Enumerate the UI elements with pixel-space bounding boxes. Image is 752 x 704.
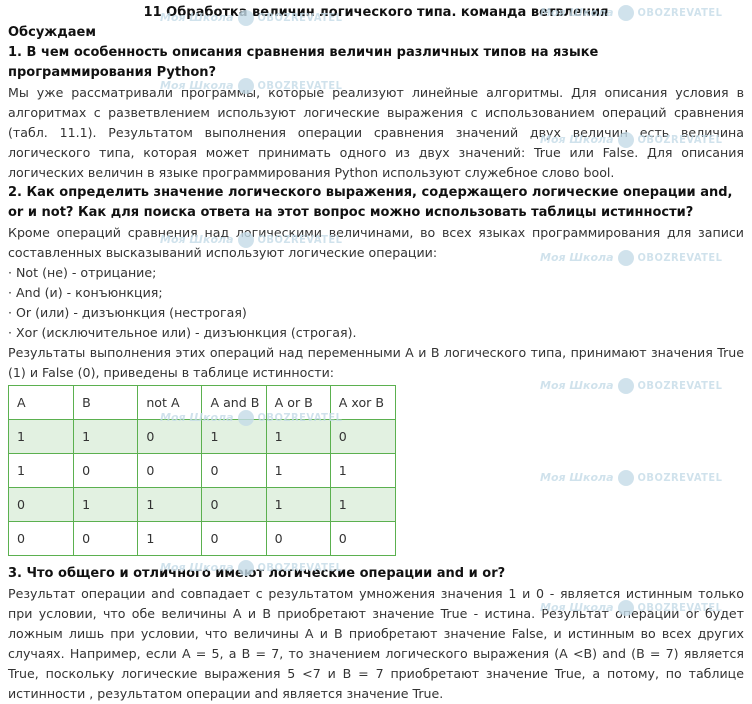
table-cell: 1 — [73, 487, 139, 522]
table-row: 1 1 0 1 1 0 — [7, 419, 397, 454]
table-cell: 1 — [265, 453, 331, 488]
header-cell-a-and-b: A and B — [201, 385, 267, 420]
operation-item-xor: · Xor (исключительное или) - дизъюнкция … — [8, 325, 357, 340]
table-cell: 0 — [265, 521, 331, 556]
truth-table: A B not A A and B A or B A xor B 1 1 0 1… — [7, 385, 397, 556]
table-cell: 1 — [329, 453, 397, 488]
table-cell: 0 — [201, 487, 267, 522]
table-cell: 1 — [7, 453, 75, 488]
question-3-heading: 3. Что общего и отличного имеют логическ… — [8, 566, 506, 581]
header-cell-a-xor-b: A xor B — [329, 385, 397, 420]
table-cell: 0 — [329, 521, 397, 556]
question-1-answer: Мы уже рассматривали программы, которые … — [8, 85, 744, 180]
table-cell: 1 — [265, 487, 331, 522]
table-cell: 1 — [265, 419, 331, 454]
operation-item-or: · Or (или) - дизъюнкция (нестрогая) — [8, 305, 247, 320]
table-cell: 0 — [137, 453, 203, 488]
table-cell: 1 — [201, 419, 267, 454]
header-cell-not-a: not A — [137, 385, 203, 420]
question-3-answer: Результат операции and совпадает с резул… — [8, 586, 744, 701]
table-cell: 0 — [137, 419, 203, 454]
table-cell: 0 — [73, 521, 139, 556]
section-subtitle: Обсуждаем — [8, 25, 96, 40]
table-cell: 0 — [329, 419, 397, 454]
operation-item-not: · Not (не) - отрицание; — [8, 265, 157, 280]
header-cell-a-or-b: A or B — [265, 385, 331, 420]
header-cell-a: A — [7, 385, 75, 420]
table-cell: 0 — [201, 453, 267, 488]
question-2-heading: 2. Как определить значение логического в… — [8, 185, 733, 220]
table-cell: 1 — [329, 487, 397, 522]
table-cell: 1 — [137, 487, 203, 522]
question-2-outro: Результаты выполнения этих операций над … — [8, 345, 744, 380]
table-cell: 0 — [7, 521, 75, 556]
question-2-intro: Кроме операций сравнения над логическими… — [8, 225, 744, 260]
table-cell: 0 — [73, 453, 139, 488]
header-cell-b: B — [73, 385, 139, 420]
page-title: 11 Обработка величин логического типа. к… — [143, 5, 609, 20]
table-row: 0 0 1 0 0 0 — [7, 521, 397, 556]
operation-item-and: · And (и) - конъюнкция; — [8, 285, 163, 300]
table-cell: 1 — [7, 419, 75, 454]
table-cell: 0 — [7, 487, 75, 522]
truth-table-header-row: A B not A A and B A or B A xor B — [7, 385, 397, 420]
question-1-heading: 1. В чем особенность описания сравнения … — [8, 45, 599, 80]
table-cell: 1 — [137, 521, 203, 556]
document-page: 11 Обработка величин логического типа. к… — [7, 0, 744, 704]
table-row: 0 1 1 0 1 1 — [7, 487, 397, 522]
table-cell: 1 — [73, 419, 139, 454]
table-row: 1 0 0 0 1 1 — [7, 453, 397, 488]
table-cell: 0 — [201, 521, 267, 556]
operations-list: · Not (не) - отрицание; · And (и) - конъ… — [8, 263, 744, 343]
